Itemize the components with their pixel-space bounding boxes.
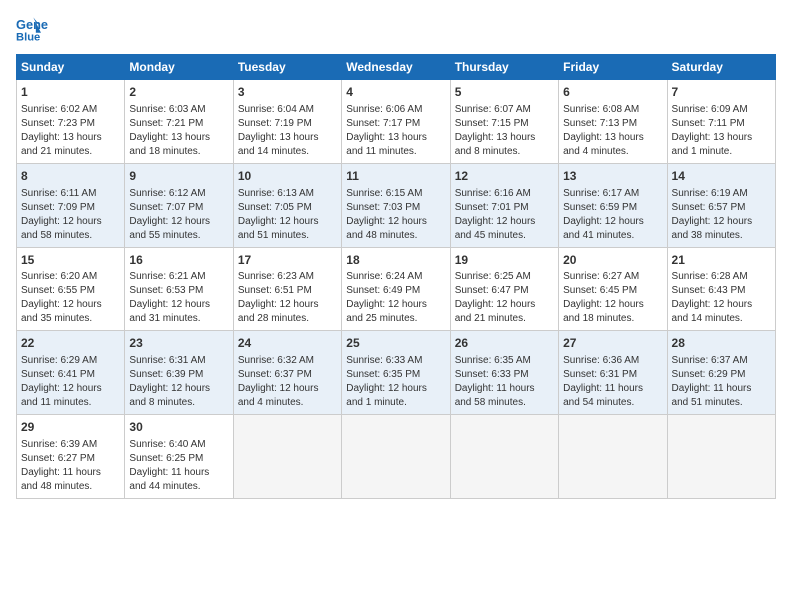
day-number: 12 <box>455 168 554 185</box>
day-number: 23 <box>129 335 228 352</box>
calendar-cell: 7Sunrise: 6:09 AMSunset: 7:11 PMDaylight… <box>667 80 775 164</box>
svg-text:General: General <box>16 17 48 32</box>
day-number: 21 <box>672 252 771 269</box>
day-number: 8 <box>21 168 120 185</box>
svg-text:Blue: Blue <box>16 31 40 43</box>
calendar-week-2: 8Sunrise: 6:11 AMSunset: 7:09 PMDaylight… <box>17 163 776 247</box>
calendar-cell: 10Sunrise: 6:13 AMSunset: 7:05 PMDayligh… <box>233 163 341 247</box>
weekday-header-wednesday: Wednesday <box>342 55 450 80</box>
calendar-cell: 15Sunrise: 6:20 AMSunset: 6:55 PMDayligh… <box>17 247 125 331</box>
calendar-cell: 22Sunrise: 6:29 AMSunset: 6:41 PMDayligh… <box>17 331 125 415</box>
day-number: 10 <box>238 168 337 185</box>
weekday-header-sunday: Sunday <box>17 55 125 80</box>
day-number: 25 <box>346 335 445 352</box>
calendar-cell <box>559 415 667 499</box>
weekday-header-monday: Monday <box>125 55 233 80</box>
calendar-cell: 14Sunrise: 6:19 AMSunset: 6:57 PMDayligh… <box>667 163 775 247</box>
calendar-cell: 21Sunrise: 6:28 AMSunset: 6:43 PMDayligh… <box>667 247 775 331</box>
day-number: 29 <box>21 419 120 436</box>
calendar-cell: 9Sunrise: 6:12 AMSunset: 7:07 PMDaylight… <box>125 163 233 247</box>
calendar-cell: 27Sunrise: 6:36 AMSunset: 6:31 PMDayligh… <box>559 331 667 415</box>
calendar-week-4: 22Sunrise: 6:29 AMSunset: 6:41 PMDayligh… <box>17 331 776 415</box>
day-number: 14 <box>672 168 771 185</box>
day-number: 27 <box>563 335 662 352</box>
day-number: 2 <box>129 84 228 101</box>
calendar-cell: 28Sunrise: 6:37 AMSunset: 6:29 PMDayligh… <box>667 331 775 415</box>
calendar-cell <box>342 415 450 499</box>
day-number: 3 <box>238 84 337 101</box>
calendar-week-3: 15Sunrise: 6:20 AMSunset: 6:55 PMDayligh… <box>17 247 776 331</box>
day-number: 24 <box>238 335 337 352</box>
calendar-cell: 30Sunrise: 6:40 AMSunset: 6:25 PMDayligh… <box>125 415 233 499</box>
calendar-cell <box>450 415 558 499</box>
calendar-cell: 1Sunrise: 6:02 AMSunset: 7:23 PMDaylight… <box>17 80 125 164</box>
calendar-cell: 18Sunrise: 6:24 AMSunset: 6:49 PMDayligh… <box>342 247 450 331</box>
logo: General Blue <box>16 16 52 44</box>
calendar-table: SundayMondayTuesdayWednesdayThursdayFrid… <box>16 54 776 499</box>
day-number: 16 <box>129 252 228 269</box>
calendar-cell: 20Sunrise: 6:27 AMSunset: 6:45 PMDayligh… <box>559 247 667 331</box>
weekday-header-tuesday: Tuesday <box>233 55 341 80</box>
main-container: General Blue SundayMondayTuesdayWednesda… <box>0 0 792 507</box>
calendar-header-row: SundayMondayTuesdayWednesdayThursdayFrid… <box>17 55 776 80</box>
day-number: 20 <box>563 252 662 269</box>
calendar-cell: 11Sunrise: 6:15 AMSunset: 7:03 PMDayligh… <box>342 163 450 247</box>
calendar-cell: 6Sunrise: 6:08 AMSunset: 7:13 PMDaylight… <box>559 80 667 164</box>
calendar-cell: 8Sunrise: 6:11 AMSunset: 7:09 PMDaylight… <box>17 163 125 247</box>
calendar-cell: 25Sunrise: 6:33 AMSunset: 6:35 PMDayligh… <box>342 331 450 415</box>
weekday-header-friday: Friday <box>559 55 667 80</box>
calendar-cell <box>233 415 341 499</box>
calendar-cell: 26Sunrise: 6:35 AMSunset: 6:33 PMDayligh… <box>450 331 558 415</box>
day-number: 11 <box>346 168 445 185</box>
day-number: 1 <box>21 84 120 101</box>
calendar-cell: 17Sunrise: 6:23 AMSunset: 6:51 PMDayligh… <box>233 247 341 331</box>
day-number: 9 <box>129 168 228 185</box>
day-number: 19 <box>455 252 554 269</box>
page-header: General Blue <box>16 16 776 44</box>
calendar-cell: 24Sunrise: 6:32 AMSunset: 6:37 PMDayligh… <box>233 331 341 415</box>
calendar-cell: 5Sunrise: 6:07 AMSunset: 7:15 PMDaylight… <box>450 80 558 164</box>
calendar-cell: 12Sunrise: 6:16 AMSunset: 7:01 PMDayligh… <box>450 163 558 247</box>
weekday-header-thursday: Thursday <box>450 55 558 80</box>
calendar-week-1: 1Sunrise: 6:02 AMSunset: 7:23 PMDaylight… <box>17 80 776 164</box>
day-number: 13 <box>563 168 662 185</box>
calendar-cell: 13Sunrise: 6:17 AMSunset: 6:59 PMDayligh… <box>559 163 667 247</box>
day-number: 7 <box>672 84 771 101</box>
day-number: 28 <box>672 335 771 352</box>
day-number: 18 <box>346 252 445 269</box>
weekday-header-saturday: Saturday <box>667 55 775 80</box>
day-number: 22 <box>21 335 120 352</box>
day-number: 26 <box>455 335 554 352</box>
calendar-cell: 23Sunrise: 6:31 AMSunset: 6:39 PMDayligh… <box>125 331 233 415</box>
calendar-cell <box>667 415 775 499</box>
calendar-cell: 29Sunrise: 6:39 AMSunset: 6:27 PMDayligh… <box>17 415 125 499</box>
calendar-cell: 2Sunrise: 6:03 AMSunset: 7:21 PMDaylight… <box>125 80 233 164</box>
day-number: 4 <box>346 84 445 101</box>
calendar-week-5: 29Sunrise: 6:39 AMSunset: 6:27 PMDayligh… <box>17 415 776 499</box>
day-number: 15 <box>21 252 120 269</box>
logo-icon: General Blue <box>16 16 48 44</box>
calendar-cell: 3Sunrise: 6:04 AMSunset: 7:19 PMDaylight… <box>233 80 341 164</box>
day-number: 30 <box>129 419 228 436</box>
calendar-cell: 16Sunrise: 6:21 AMSunset: 6:53 PMDayligh… <box>125 247 233 331</box>
day-number: 6 <box>563 84 662 101</box>
day-number: 5 <box>455 84 554 101</box>
calendar-cell: 19Sunrise: 6:25 AMSunset: 6:47 PMDayligh… <box>450 247 558 331</box>
day-number: 17 <box>238 252 337 269</box>
calendar-cell: 4Sunrise: 6:06 AMSunset: 7:17 PMDaylight… <box>342 80 450 164</box>
